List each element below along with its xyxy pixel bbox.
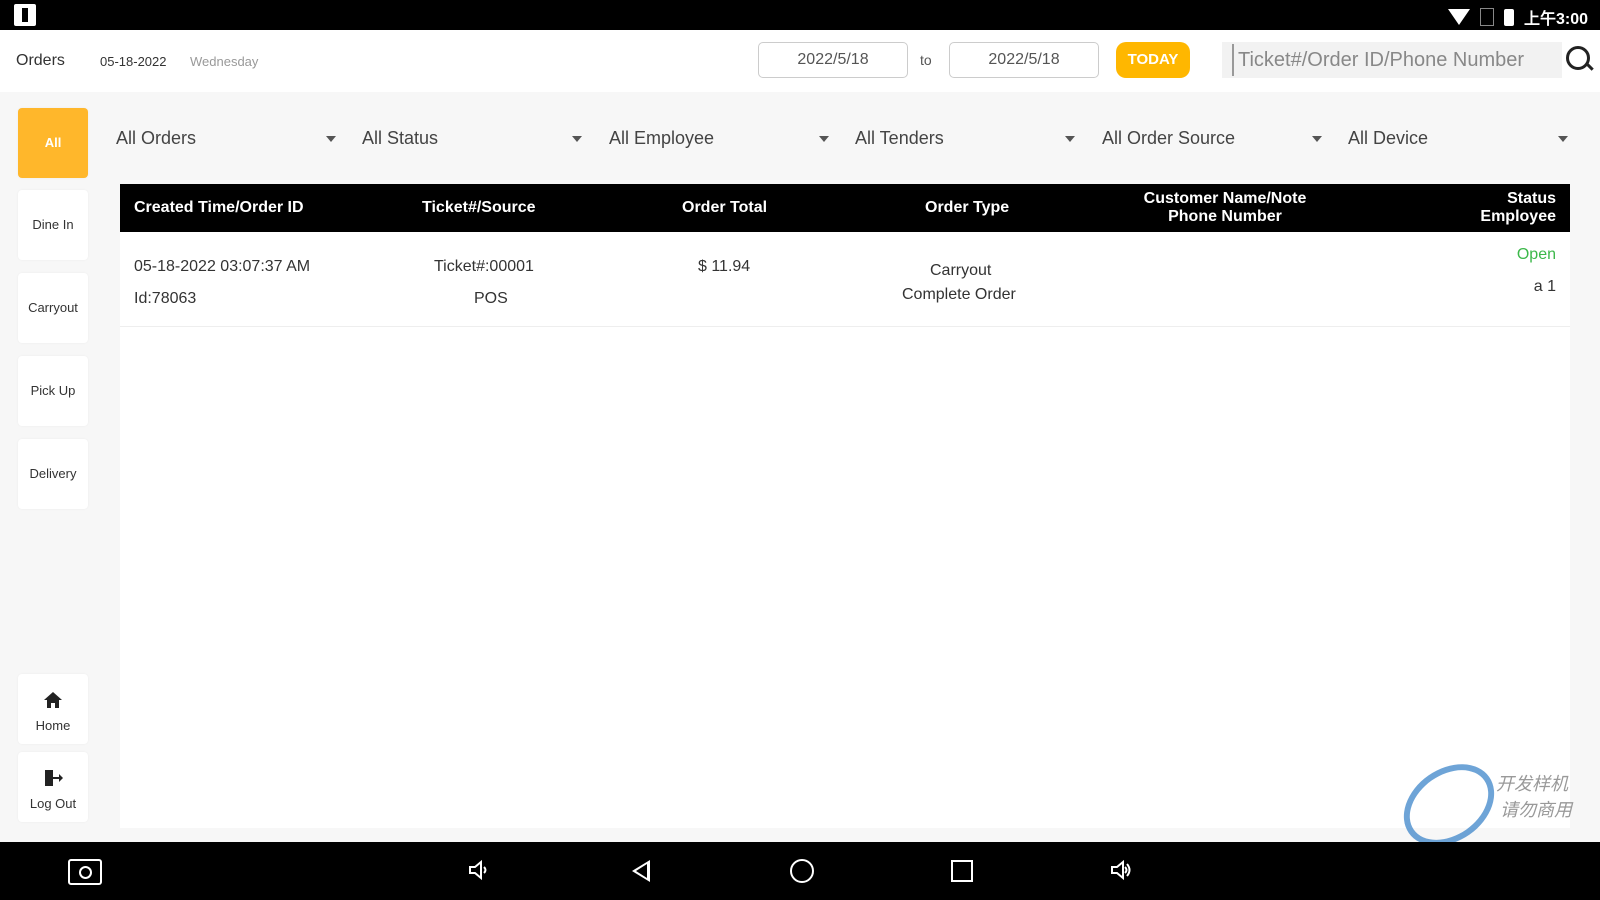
system-status-bar: 上午3:00 [0,0,1600,30]
status-indicators: 上午3:00 [1447,5,1588,29]
column-header-ticket: Ticket#/Source [422,199,536,216]
column-header-status-label: Status [1507,190,1556,207]
system-navigation-bar [0,842,1600,900]
row-order-total: $ 11.94 [698,258,751,275]
app-notification-icon [14,4,36,26]
date-range-separator: to [920,52,932,68]
column-header-created: Created Time/Order ID [134,199,304,216]
volume-up-icon[interactable] [1110,859,1132,881]
sidebar-item-delivery[interactable]: Delivery [18,439,88,509]
home-nav-icon[interactable] [790,859,814,883]
table-row[interactable]: 05-18-2022 03:07:37 AM Id:78063 Ticket#:… [120,242,1570,327]
today-button[interactable]: TODAY [1116,42,1190,78]
sidebar-item-carryout[interactable]: Carryout [18,273,88,343]
row-order-id: Id:78063 [134,290,197,307]
column-header-customer-name: Customer Name/Note [1143,190,1307,207]
column-header-type: Order Type [925,199,1010,216]
sidebar-item-dine-in[interactable]: Dine In [18,190,88,260]
logout-icon [45,770,63,786]
orders-table-header: Created Time/Order ID Ticket#/Source Ord… [120,184,1570,232]
column-header-total: Order Total [682,199,768,216]
filter-tenders-value: All Tenders [855,128,944,148]
row-employee: a 1 [1533,278,1556,295]
filter-orders-dropdown[interactable]: All Orders [116,124,336,154]
row-status-badge: Open [1516,246,1556,263]
filter-employee-dropdown[interactable]: All Employee [609,124,829,154]
home-button[interactable]: Home [18,674,88,744]
column-header-employee-label: Employee [1480,208,1556,225]
column-header-customer: Customer Name/Note Phone Number [1100,184,1350,232]
recents-icon[interactable] [951,860,973,882]
filter-status-value: All Status [362,128,439,148]
filter-device-dropdown[interactable]: All Device [1348,124,1568,154]
battery-icon [1503,8,1514,26]
dropdown-caret-icon [572,136,582,142]
date-from-field[interactable]: 2022/5/18 [758,42,908,78]
current-date: 05-18-2022 [100,54,167,69]
filter-order-source-value: All Order Source [1102,128,1236,148]
search-input[interactable] [1232,44,1540,76]
home-icon [44,692,62,708]
volume-down-icon[interactable] [468,859,490,881]
dropdown-caret-icon [819,136,829,142]
row-order-type-detail: Complete Order [902,286,1016,303]
dropdown-caret-icon [1065,136,1075,142]
filter-orders-value: All Orders [116,128,197,148]
watermark-line-1: 开发样机 [1496,774,1568,794]
orders-header: Orders 05-18-2022 Wednesday 2022/5/18 to… [0,30,1600,92]
row-ticket-number: Ticket#:00001 [434,258,534,275]
logout-button[interactable]: Log Out [18,752,88,822]
logout-label: Log Out [29,796,77,811]
screenshot-camera-icon[interactable] [68,859,102,885]
date-to-field[interactable]: 2022/5/18 [949,42,1099,78]
column-header-status: Status Employee [1480,184,1556,232]
dropdown-caret-icon [1312,136,1322,142]
sim-icon [1479,8,1494,26]
clock: 上午3:00 [1523,11,1588,28]
sidebar-item-all[interactable]: All [18,108,88,178]
back-icon[interactable] [632,860,650,882]
home-label: Home [35,718,71,733]
filter-order-source-dropdown[interactable]: All Order Source [1102,124,1322,154]
row-order-type: Carryout [930,262,992,279]
filter-tenders-dropdown[interactable]: All Tenders [855,124,1075,154]
search-icon[interactable] [1566,46,1590,70]
sidebar-item-pick-up[interactable]: Pick Up [18,356,88,426]
page-title: Orders [16,52,65,69]
dropdown-caret-icon [1558,136,1568,142]
watermark-text: 开发样机 请勿商用 [1496,771,1572,823]
filter-device-value: All Device [1348,128,1429,148]
watermark: 开发样机 请勿商用 [1388,747,1580,863]
filter-status-dropdown[interactable]: All Status [362,124,582,154]
wifi-icon [1447,9,1470,25]
orders-table-body: 05-18-2022 03:07:37 AM Id:78063 Ticket#:… [120,232,1570,828]
row-source: POS [474,290,508,307]
current-weekday: Wednesday [190,54,259,69]
column-header-phone: Phone Number [1168,208,1282,225]
row-created-time: 05-18-2022 03:07:37 AM [134,258,311,275]
watermark-line-2: 请勿商用 [1500,800,1572,820]
dropdown-caret-icon [326,136,336,142]
filter-employee-value: All Employee [609,128,715,148]
search-box [1222,42,1562,78]
